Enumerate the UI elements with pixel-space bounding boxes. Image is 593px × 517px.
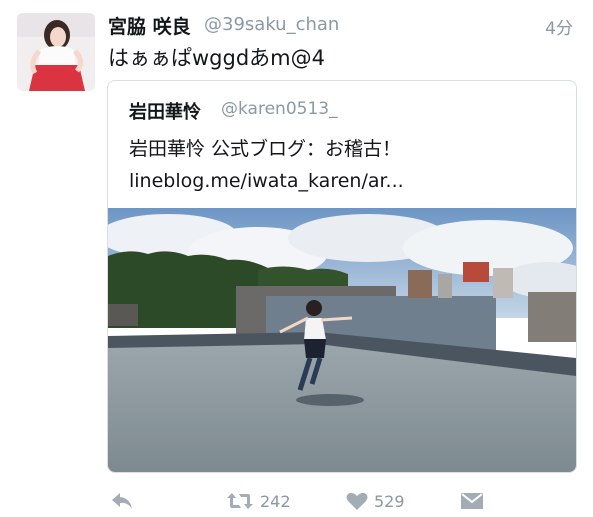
retweet-count: 242 (260, 491, 291, 511)
avatar[interactable] (17, 13, 95, 91)
retweet-button[interactable]: 242 (226, 487, 291, 515)
author-name[interactable]: 宮脇 咲良 (108, 12, 191, 39)
quoted-author-name: 岩田華怜 (129, 102, 201, 123)
retweet-icon (227, 493, 253, 509)
reply-button[interactable] (110, 487, 134, 515)
tweet-action-bar: 242 529 (108, 487, 578, 515)
direct-message-icon (461, 493, 483, 509)
rooftop-photo (108, 208, 576, 472)
author-handle[interactable]: @39saku_chan (204, 14, 339, 35)
avatar-photo (17, 13, 95, 91)
tweet-text: はぁぁぱwggdあm@4 (108, 46, 325, 70)
like-button[interactable]: 529 (346, 487, 405, 515)
like-count: 529 (374, 491, 405, 511)
quoted-tweet-card[interactable]: 岩田華怜 @karen0513_ 岩田華怜 公式ブログ：お稽古！ lineblo… (107, 80, 577, 473)
quoted-media-image[interactable] (108, 208, 576, 472)
timestamp[interactable]: 4分 (545, 14, 573, 39)
quoted-tweet-text: 岩田華怜 公式ブログ：お稽古！ lineblog.me/iwata_karen/… (129, 133, 559, 197)
quoted-text-line-1: 岩田華怜 公式ブログ：お稽古！ (129, 138, 402, 160)
direct-message-button[interactable] (460, 487, 484, 515)
reply-icon (112, 493, 132, 509)
tweet-header: 宮脇 咲良 @39saku_chan 4分 (108, 10, 577, 40)
quoted-author-handle: @karen0513_ (221, 99, 338, 119)
quoted-link[interactable]: lineblog.me/iwata_karen/ar... (129, 165, 559, 197)
heart-icon (346, 492, 368, 510)
